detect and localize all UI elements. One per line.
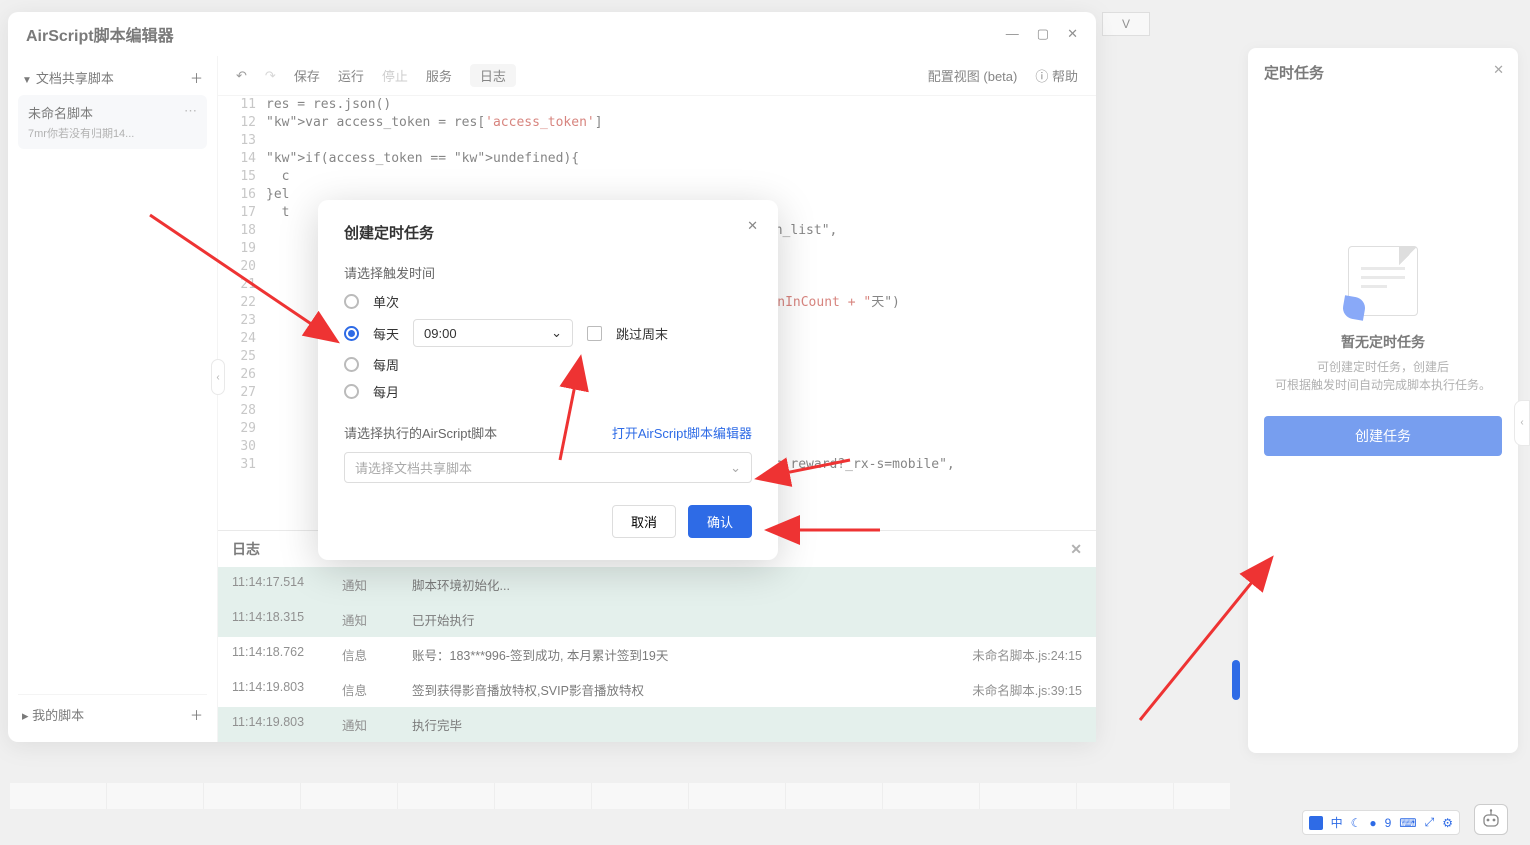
create-task-modal: 创建定时任务 ✕ 请选择触发时间 单次 每天 09:00⌄ 跳过周末 每周 每月… xyxy=(318,200,778,560)
chevron-down-icon: ⌄ xyxy=(551,325,562,341)
chevron-down-icon: ⌄ xyxy=(730,460,741,476)
settings-icon[interactable]: ⚙ xyxy=(1442,816,1453,830)
radio-icon[interactable] xyxy=(344,384,359,399)
radio-icon[interactable] xyxy=(344,294,359,309)
ime-status-bar[interactable]: 中 ☾ ● 9 ⌨ ⤢ ⚙ xyxy=(1302,810,1460,835)
option-monthly[interactable]: 每月 xyxy=(344,382,752,401)
script-label: 请选择执行的AirScript脚本 xyxy=(344,423,497,442)
modal-title: 创建定时任务 xyxy=(344,222,752,243)
option-weekly[interactable]: 每周 xyxy=(344,355,752,374)
ime-logo-icon xyxy=(1309,816,1323,830)
script-select[interactable]: 请选择文档共享脚本⌄ xyxy=(344,452,752,483)
close-icon[interactable]: ✕ xyxy=(747,218,758,234)
radio-icon[interactable] xyxy=(344,326,359,341)
confirm-button[interactable]: 确认 xyxy=(688,505,752,538)
trigger-label: 请选择触发时间 xyxy=(344,263,752,282)
radio-icon[interactable] xyxy=(344,357,359,372)
option-daily[interactable]: 每天 09:00⌄ 跳过周末 xyxy=(344,319,752,347)
cancel-button[interactable]: 取消 xyxy=(612,505,676,538)
moon-icon: ☾ xyxy=(1351,816,1362,830)
time-select[interactable]: 09:00⌄ xyxy=(413,319,573,347)
option-once[interactable]: 单次 xyxy=(344,292,752,311)
open-editor-link[interactable]: 打开AirScript脚本编辑器 xyxy=(612,423,752,442)
expand-icon[interactable]: ⤢ xyxy=(1425,815,1435,830)
scroll-thumb[interactable] xyxy=(1232,660,1240,700)
skip-weekend-checkbox[interactable] xyxy=(587,326,602,341)
assistant-robot-icon[interactable] xyxy=(1474,804,1508,835)
keyboard-icon: ⌨ xyxy=(1399,816,1416,830)
